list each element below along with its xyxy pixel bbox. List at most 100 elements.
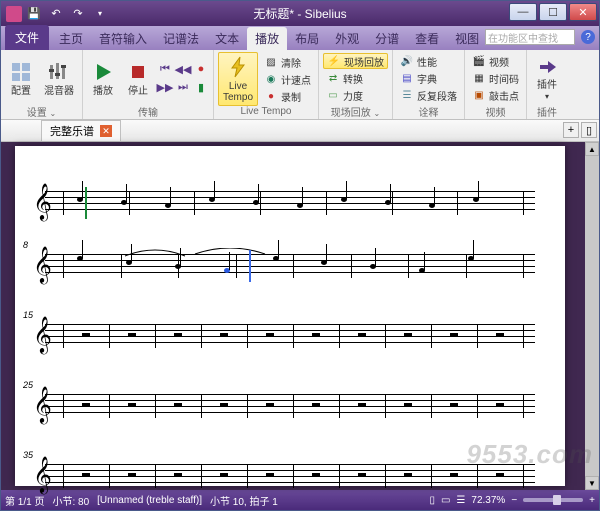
- scroll-thumb[interactable]: [585, 156, 599, 476]
- rewind-start-icon[interactable]: ⏮: [157, 61, 173, 77]
- whole-rest: [358, 333, 366, 337]
- view-icon-1[interactable]: ▯: [429, 495, 435, 506]
- view-icon-2[interactable]: ▭: [441, 495, 450, 506]
- record-dot-icon: ●: [264, 89, 278, 103]
- ribbon-search[interactable]: 在功能区中查找: [485, 29, 575, 45]
- save-icon[interactable]: 💾: [25, 5, 43, 23]
- barline: [247, 394, 248, 418]
- tab-5[interactable]: 布局: [287, 27, 327, 50]
- performance-button[interactable]: 🔊性能: [397, 53, 460, 69]
- barline: [155, 324, 156, 348]
- view-icon-3[interactable]: ☰: [456, 495, 465, 506]
- vertical-scrollbar[interactable]: ▲ ▼: [585, 142, 599, 490]
- scroll-down-button[interactable]: ▼: [585, 476, 599, 490]
- barline: [63, 324, 64, 348]
- tab-close-icon[interactable]: ✕: [100, 125, 112, 137]
- undo-icon[interactable]: ↶: [47, 5, 65, 23]
- split-panel-button[interactable]: ▯: [581, 122, 597, 138]
- playhead[interactable]: [249, 250, 251, 282]
- stop-icon: [126, 60, 150, 84]
- note-stem: [390, 184, 391, 202]
- whole-rest: [496, 333, 504, 337]
- group-annotate: 🔊性能 ▤字典 ☰反复段落 诠释: [393, 50, 465, 119]
- record-icon[interactable]: ●: [193, 61, 209, 77]
- redo-icon[interactable]: ↷: [69, 5, 87, 23]
- timecode-button[interactable]: ▦时间码: [469, 70, 522, 86]
- clock-icon: ▦: [472, 71, 486, 85]
- video-button[interactable]: 🎬视频: [469, 53, 522, 69]
- hitpoint-button[interactable]: ▣敲击点: [469, 87, 522, 103]
- tab-2[interactable]: 记谱法: [155, 27, 207, 50]
- add-panel-button[interactable]: +: [563, 122, 579, 138]
- barline: [247, 324, 248, 348]
- taptempo-button[interactable]: ◉计速点: [261, 71, 314, 87]
- transform-button[interactable]: ⇄转换: [323, 70, 388, 86]
- tab-9[interactable]: 视图: [447, 27, 487, 50]
- barline: [63, 394, 64, 418]
- barline: [385, 464, 386, 488]
- barline: [477, 324, 478, 348]
- score-page[interactable]: 𝄞𝄞8𝄞15𝄞25𝄞35: [15, 146, 565, 486]
- group-label: 设置 ⌄: [5, 104, 78, 117]
- fast-forward-icon[interactable]: ▶▶: [157, 79, 173, 95]
- mixer-button[interactable]: 混音器: [40, 58, 78, 99]
- qat-dropdown-icon[interactable]: ▾: [91, 5, 109, 23]
- barline: [155, 464, 156, 488]
- zoom-slider[interactable]: [523, 498, 583, 502]
- whole-rest: [128, 333, 136, 337]
- velocity-button[interactable]: ▭力度: [323, 87, 388, 103]
- barline: [431, 464, 432, 488]
- record-button[interactable]: ●录制: [261, 88, 314, 104]
- forward-end-icon[interactable]: ⏭: [175, 79, 191, 95]
- clear-button[interactable]: ▨清除: [261, 54, 314, 70]
- playline-icon[interactable]: ▮: [193, 79, 209, 95]
- barline: [477, 464, 478, 488]
- status-zoom: 72.37%: [471, 495, 505, 506]
- tab-6[interactable]: 外观: [327, 27, 367, 50]
- repeats-button[interactable]: ☰反复段落: [397, 87, 460, 103]
- score-tab-label: 完整乐谱: [50, 123, 94, 139]
- whole-rest: [174, 333, 182, 337]
- whole-rest: [404, 333, 412, 337]
- tab-4[interactable]: 播放: [247, 27, 287, 50]
- stop-button[interactable]: 停止: [122, 58, 154, 99]
- lightning-small-icon: ⚡: [327, 54, 341, 68]
- list-icon: ☰: [400, 88, 414, 102]
- play-button[interactable]: 播放: [87, 58, 119, 99]
- note-stem: [126, 184, 127, 202]
- minimize-button[interactable]: —: [509, 3, 537, 21]
- score-tab[interactable]: 完整乐谱 ✕: [41, 120, 121, 141]
- playhead[interactable]: [85, 187, 87, 219]
- metronome-icon: ◉: [264, 72, 278, 86]
- whole-rest: [220, 403, 228, 407]
- dictionary-button[interactable]: ▤字典: [397, 70, 460, 86]
- scroll-track[interactable]: [585, 156, 599, 476]
- close-button[interactable]: ✕: [569, 3, 597, 21]
- tab-1[interactable]: 音符输入: [91, 27, 155, 50]
- help-icon[interactable]: ?: [581, 30, 595, 44]
- tab-8[interactable]: 查看: [407, 27, 447, 50]
- status-bars: 小节: 80: [52, 493, 89, 508]
- book-icon: ▤: [400, 71, 414, 85]
- config-button[interactable]: 配置: [5, 58, 37, 99]
- tab-3[interactable]: 文本: [207, 27, 247, 50]
- whole-rest: [220, 333, 228, 337]
- liveplayback-button[interactable]: ⚡现场回放: [323, 53, 388, 69]
- zoom-thumb[interactable]: [553, 495, 561, 505]
- plugins-button[interactable]: 插件▾: [531, 52, 563, 104]
- tab-7[interactable]: 分谱: [367, 27, 407, 50]
- zoom-in-button[interactable]: +: [589, 495, 595, 506]
- zoom-out-button[interactable]: −: [511, 495, 517, 506]
- treble-clef-icon: 𝄞: [33, 316, 52, 354]
- barline: [326, 191, 327, 215]
- app-icon: [6, 6, 22, 22]
- tab-file[interactable]: 文件: [5, 25, 49, 50]
- status-page: 第 1/1 页: [5, 493, 44, 508]
- live-tempo-button[interactable]: LiveTempo: [218, 52, 258, 106]
- scroll-up-button[interactable]: ▲: [585, 142, 599, 156]
- whole-rest: [312, 473, 320, 477]
- app-window: 💾 ↶ ↷ ▾ 无标题* - Sibelius — ☐ ✕ 文件 主页音符输入记…: [0, 0, 600, 511]
- tab-0[interactable]: 主页: [51, 27, 91, 50]
- maximize-button[interactable]: ☐: [539, 3, 567, 21]
- rewind-icon[interactable]: ◀◀: [175, 61, 191, 77]
